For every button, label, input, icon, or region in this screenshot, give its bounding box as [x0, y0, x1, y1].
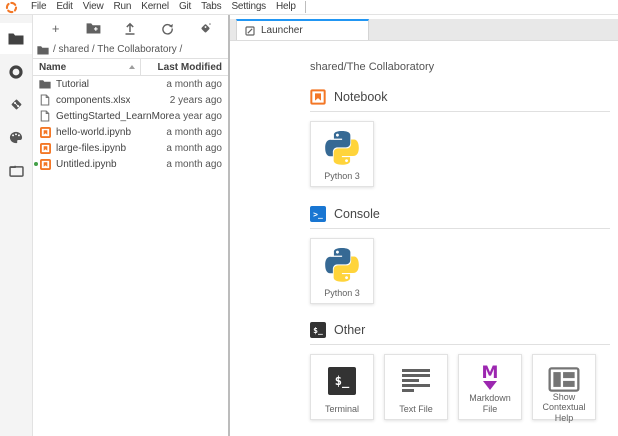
open-tabs-icon — [9, 165, 24, 177]
launcher-tab-icon — [245, 26, 255, 36]
upload-button[interactable] — [122, 20, 138, 36]
launcher-card-notebook-python3[interactable]: Python 3 — [310, 121, 374, 187]
git-icon — [9, 97, 24, 112]
file-browser-panel: + — [33, 15, 228, 436]
running-kernel-indicator — [34, 162, 38, 166]
sidebar-item-command-palette[interactable] — [0, 122, 32, 153]
text-file-icon — [401, 367, 431, 393]
card-label: Show Contextual Help — [535, 392, 593, 423]
git-tag-button[interactable] — [197, 20, 213, 36]
tab-launcher[interactable]: Launcher — [236, 19, 369, 40]
palette-icon — [9, 131, 23, 144]
file-row-large-files-ipynb[interactable]: large-files.ipynb a month ago — [33, 140, 228, 156]
notebook-cards: Python 3 — [310, 121, 610, 187]
folder-icon — [39, 78, 51, 90]
jupyterlab-window: File Edit View Run Kernel Git Tabs Setti… — [0, 0, 618, 436]
file-icon — [39, 110, 51, 122]
menu-edit[interactable]: Edit — [51, 0, 77, 14]
main-dock-panel: Launcher shared/The Collaboratory Notebo… — [230, 15, 618, 436]
section-label: Console — [334, 207, 380, 221]
launcher-card-text-file[interactable]: Text File — [384, 354, 448, 420]
menu-kernel[interactable]: Kernel — [136, 0, 174, 14]
breadcrumb[interactable]: / shared / The Collaboratory / — [33, 41, 228, 58]
card-label: Text File — [399, 404, 433, 414]
section-header-console: >_ Console — [310, 206, 610, 222]
section-label: Notebook — [334, 90, 388, 104]
python-logo-icon — [324, 247, 360, 283]
launcher-card-console-python3[interactable]: Python 3 — [310, 238, 374, 304]
menu-settings[interactable]: Settings — [226, 0, 271, 14]
file-row-untitled-ipynb[interactable]: Untitled.ipynb a month ago — [33, 156, 228, 172]
new-folder-button[interactable] — [85, 20, 101, 36]
console-cards: Python 3 — [310, 238, 610, 304]
breadcrumb-folder-icon[interactable] — [37, 45, 49, 55]
menu-git[interactable]: Git — [174, 0, 196, 14]
folder-icon — [8, 32, 24, 45]
menu-bar-divider — [305, 1, 306, 13]
section-header-notebook: Notebook — [310, 89, 610, 105]
column-header-last-modified[interactable]: Last Modified — [140, 59, 228, 75]
sidebar-item-open-tabs[interactable] — [0, 155, 32, 186]
terminal-icon: $_ — [328, 367, 356, 395]
file-row-components-xlsx[interactable]: components.xlsx 2 years ago — [33, 92, 228, 108]
section-header-other: $_ Other — [310, 322, 610, 338]
file-browser-toolbar: + — [33, 15, 228, 41]
file-list: Tutorial a month ago components.xlsx 2 y… — [33, 76, 228, 436]
file-row-tutorial[interactable]: Tutorial a month ago — [33, 76, 228, 92]
breadcrumb-path: / shared / The Collaboratory / — [53, 44, 182, 55]
sort-ascending-icon — [129, 65, 135, 69]
column-header-name[interactable]: Name — [33, 62, 140, 73]
launcher-card-terminal[interactable]: $_ Terminal — [310, 354, 374, 420]
menu-view[interactable]: View — [78, 0, 109, 14]
jupyter-logo-icon — [4, 1, 18, 13]
launcher-cwd-heading: shared/The Collaboratory — [310, 61, 610, 73]
card-label: Terminal — [325, 404, 359, 414]
new-launcher-button[interactable]: + — [48, 20, 64, 36]
file-list-header: Name Last Modified — [33, 58, 228, 76]
card-label: Markdown File — [461, 393, 519, 414]
markdown-icon: M — [482, 365, 499, 390]
file-row-hello-world-ipynb[interactable]: hello-world.ipynb a month ago — [33, 124, 228, 140]
contextual-help-icon — [548, 367, 580, 392]
section-label: Other — [334, 323, 365, 337]
sidebar-item-file-browser[interactable] — [0, 23, 32, 54]
python-logo-icon — [324, 130, 360, 166]
notebook-icon — [39, 142, 51, 154]
menu-file[interactable]: File — [26, 0, 51, 14]
notebook-icon — [39, 158, 51, 170]
menu-bar: File Edit View Run Kernel Git Tabs Setti… — [0, 0, 618, 15]
card-label: Python 3 — [324, 171, 360, 181]
section-divider — [310, 344, 610, 345]
file-icon — [39, 94, 51, 106]
other-cards: $_ Terminal — [310, 354, 610, 420]
running-sessions-icon — [9, 65, 23, 79]
section-divider — [310, 228, 610, 229]
sidebar-item-git[interactable] — [0, 89, 32, 120]
console-icon: >_ — [310, 206, 326, 222]
tab-bar: Launcher — [230, 15, 618, 41]
section-divider — [310, 111, 610, 112]
notebook-icon — [39, 126, 51, 138]
sidebar-item-running-sessions[interactable] — [0, 56, 32, 87]
menu-tabs[interactable]: Tabs — [196, 0, 226, 14]
launcher-card-markdown-file[interactable]: M Markdown File — [458, 354, 522, 420]
file-row-gettingstarted[interactable]: GettingStarted_LearnMore.... a year ago — [33, 108, 228, 124]
refresh-button[interactable] — [160, 20, 176, 36]
menu-help[interactable]: Help — [271, 0, 301, 14]
activity-sidebar — [0, 15, 33, 436]
tab-label: Launcher — [261, 25, 303, 36]
launcher-card-show-contextual-help[interactable]: Show Contextual Help — [532, 354, 596, 420]
card-label: Python 3 — [324, 288, 360, 298]
launcher-panel: shared/The Collaboratory Notebook — [230, 41, 618, 436]
menu-run[interactable]: Run — [108, 0, 136, 14]
markdown-down-arrow — [483, 381, 497, 390]
notebook-icon — [310, 89, 326, 105]
terminal-icon: $_ — [310, 322, 326, 338]
